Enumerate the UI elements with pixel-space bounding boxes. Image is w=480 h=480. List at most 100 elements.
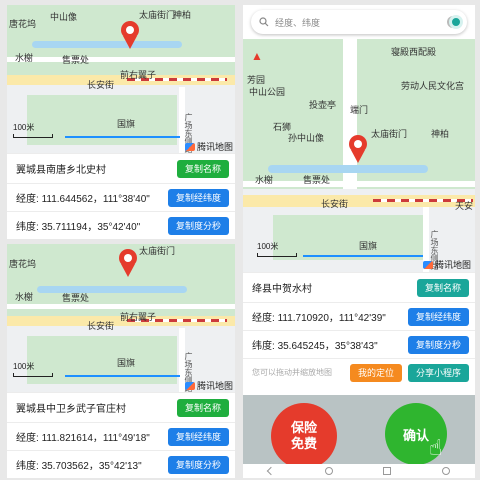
map-route-line — [65, 375, 180, 377]
map-label: 劳动人民文化宫 — [401, 81, 465, 91]
longitude-row: 经度: 111.710920，111°42'39" 复制经纬度 — [243, 302, 475, 330]
latitude-label: 纬度: — [252, 341, 275, 352]
result-card-1: 唐花坞 中山像 太庙街门 神柏 水榭 售票处 前右翼子 长安街 国旗 广场东侧路… — [7, 5, 235, 239]
action-row: 您可以拖动并缩放地图 我的定位 分享小程序 — [243, 358, 475, 386]
map-label: 唐花坞 — [9, 259, 37, 269]
map-label: 天安 — [455, 201, 474, 211]
copy-name-button[interactable]: 复制名称 — [416, 278, 469, 297]
map-label: 寝殿西配殿 — [391, 47, 437, 57]
map-route-line — [303, 255, 423, 257]
map-label: 前右翼子 — [120, 312, 157, 322]
village-row: 翼城县中卫乡武子官庄村 复制名称 — [7, 392, 235, 422]
copy-lnglat-button[interactable]: 复制经纬度 — [167, 427, 229, 446]
map-label: 国旗 — [359, 241, 378, 251]
map-label: 长安街 — [87, 321, 115, 331]
map-label: 长安街 — [87, 80, 115, 90]
nav-menu-icon[interactable] — [441, 467, 450, 475]
map-label: 国旗 — [117, 119, 136, 129]
confirm-label: 确认 — [402, 427, 429, 443]
longitude-label: 经度: — [16, 433, 39, 444]
map-label: 售票处 — [62, 293, 90, 303]
village-name: 翼城县南唐乡北史村 — [16, 165, 106, 176]
search-bar[interactable]: 经度、纬度 × — [251, 10, 467, 34]
map-scale: 100米 — [257, 241, 297, 257]
map-label: 孙中山像 — [288, 133, 325, 143]
result-card-2: 唐花坞 太庙街门 水榭 售票处 前右翼子 长安街 国旗 广场东侧路 100米 腾… — [7, 244, 235, 478]
tencent-map-logo-icon — [185, 142, 195, 151]
copy-lnglat-button[interactable]: 复制经纬度 — [407, 307, 469, 326]
copy-dms-button[interactable]: 复制度分秒 — [167, 216, 229, 235]
search-icon — [259, 17, 269, 27]
copy-name-button[interactable]: 复制名称 — [176, 159, 229, 178]
longitude-label: 经度: — [252, 313, 275, 324]
insurance-label-2: 免费 — [290, 436, 317, 451]
longitude-label: 经度: — [16, 194, 39, 205]
map-label: 水榭 — [15, 53, 34, 63]
map-label: 太庙街门 — [371, 129, 408, 139]
map-label: 中山像 — [50, 12, 78, 22]
tencent-map-logo-icon — [423, 260, 433, 269]
map-label: 端门 — [350, 105, 369, 115]
nav-recent-icon[interactable] — [383, 467, 392, 475]
copy-lnglat-button[interactable]: 复制经纬度 — [167, 188, 229, 207]
map-label: 水榭 — [15, 292, 34, 302]
map-label: 投壶亭 — [309, 100, 337, 110]
longitude-value: 111.644562，111°38'40" — [41, 194, 150, 205]
compass-icon: ▲ — [251, 49, 263, 63]
map-label: 太庙街门 — [139, 246, 176, 256]
my-location-button[interactable]: 我的定位 — [349, 363, 402, 382]
drag-hint: 您可以拖动并缩放地图 — [252, 368, 332, 377]
village-name: 翼城县中卫乡武子官庄村 — [16, 404, 126, 415]
map-label: 国旗 — [117, 358, 136, 368]
latitude-row: 纬度: 35.645245，35°38'43" 复制度分秒 — [243, 330, 475, 358]
bottom-navbar — [243, 464, 475, 478]
latitude-value: 35.645245，35°38'43" — [277, 341, 378, 352]
map-label: 前右翼子 — [120, 70, 157, 80]
insurance-button[interactable]: 保险 免费 — [271, 403, 337, 469]
nav-home-icon[interactable] — [324, 467, 333, 475]
longitude-value: 111.821614，111°49'18" — [41, 433, 150, 444]
longitude-value: 111.710920，111°42'39" — [277, 313, 386, 324]
map-pin-icon[interactable] — [117, 19, 143, 51]
latitude-row: 纬度: 35.711194，35°42'40" 复制度分秒 — [7, 211, 235, 239]
latitude-value: 35.703562，35°42'13" — [41, 461, 142, 472]
map-route-line — [65, 136, 180, 138]
village-row: 绛县中贺水村 复制名称 — [243, 272, 475, 302]
latitude-row: 纬度: 35.703562，35°42'13" 复制度分秒 — [7, 450, 235, 478]
map-scale: 100米 — [13, 122, 53, 138]
map-label: 唐花坞 — [9, 19, 37, 29]
share-miniprogram-button[interactable]: 分享小程序 — [407, 363, 469, 382]
map-label: 水榭 — [255, 175, 274, 185]
map-pin-icon[interactable] — [345, 133, 371, 165]
copy-dms-button[interactable]: 复制度分秒 — [167, 455, 229, 474]
map-brand: 腾讯地图 — [423, 258, 471, 271]
map-view[interactable]: 经度、纬度 × ▲ 寝殿西配殿 劳动人民文化宫 芳园 中山公园 投壶亭 端门 石… — [243, 5, 475, 272]
latitude-label: 纬度: — [16, 222, 39, 233]
map-view[interactable]: 唐花坞 太庙街门 水榭 售票处 前右翼子 长安街 国旗 广场东侧路 100米 腾… — [7, 244, 235, 392]
nav-back-icon[interactable] — [267, 466, 276, 476]
map-pin-icon[interactable] — [115, 247, 141, 279]
map-scale: 100米 — [13, 361, 53, 377]
map-label: 中山公园 — [249, 87, 286, 97]
copy-dms-button[interactable]: 复制度分秒 — [407, 335, 469, 354]
map-brand: 腾讯地图 — [185, 140, 233, 153]
latitude-label: 纬度: — [16, 461, 39, 472]
location-picker-screen: 经度、纬度 × ▲ 寝殿西配殿 劳动人民文化宫 芳园 中山公园 投壶亭 端门 石… — [243, 5, 475, 478]
map-label: 售票处 — [303, 175, 331, 185]
search-input[interactable]: 经度、纬度 — [275, 16, 447, 29]
map-label: 神柏 — [431, 129, 450, 139]
village-name: 绛县中贺水村 — [252, 284, 312, 295]
longitude-row: 经度: 111.821614，111°49'18" 复制经纬度 — [7, 422, 235, 450]
insurance-label-1: 保险 — [290, 420, 317, 435]
map-label: 神柏 — [173, 10, 192, 20]
longitude-row: 经度: 111.644562，111°38'40" 复制经纬度 — [7, 183, 235, 211]
latitude-value: 35.711194，35°42'40" — [41, 222, 141, 233]
village-row: 翼城县南唐乡北史村 复制名称 — [7, 153, 235, 183]
tencent-map-logo-icon — [185, 381, 195, 390]
copy-name-button[interactable]: 复制名称 — [176, 398, 229, 417]
map-view[interactable]: 唐花坞 中山像 太庙街门 神柏 水榭 售票处 前右翼子 长安街 国旗 广场东侧路… — [7, 5, 235, 153]
map-brand: 腾讯地图 — [185, 379, 233, 392]
target-icon[interactable] — [449, 15, 463, 29]
map-label: 售票处 — [62, 55, 90, 65]
map-label: 长安街 — [321, 199, 349, 209]
